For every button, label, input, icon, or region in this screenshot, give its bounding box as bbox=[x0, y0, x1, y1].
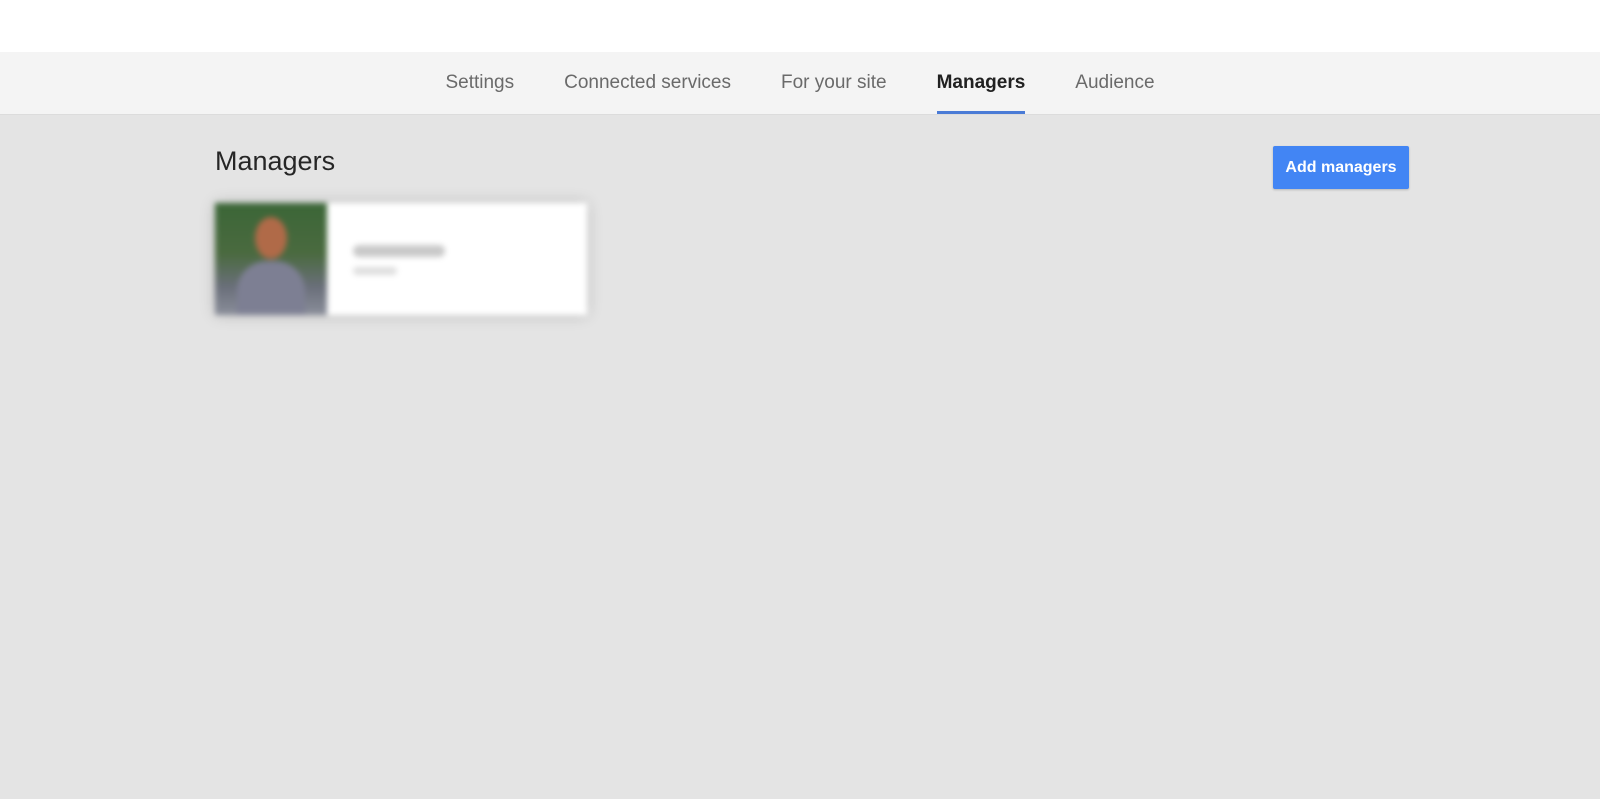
main-content: Managers Add managers bbox=[0, 115, 1600, 799]
page-title: Managers bbox=[215, 146, 336, 176]
tab-managers[interactable]: Managers bbox=[912, 52, 1051, 114]
tab-list: Settings Connected services For your sit… bbox=[0, 52, 1600, 114]
manager-card[interactable] bbox=[215, 203, 587, 315]
tab-for-your-site[interactable]: For your site bbox=[756, 52, 912, 114]
manager-avatar bbox=[215, 203, 327, 315]
avatar-body-shape bbox=[237, 261, 305, 315]
avatar-head-shape bbox=[255, 217, 287, 259]
add-managers-button[interactable]: Add managers bbox=[1273, 146, 1409, 189]
manager-name-redacted bbox=[353, 245, 445, 257]
tab-bar: Settings Connected services For your sit… bbox=[0, 52, 1600, 115]
tab-settings[interactable]: Settings bbox=[420, 52, 539, 114]
top-bar bbox=[0, 0, 1600, 52]
tab-connected-services[interactable]: Connected services bbox=[539, 52, 756, 114]
manager-role-redacted bbox=[353, 267, 397, 275]
tab-audience[interactable]: Audience bbox=[1050, 52, 1179, 114]
